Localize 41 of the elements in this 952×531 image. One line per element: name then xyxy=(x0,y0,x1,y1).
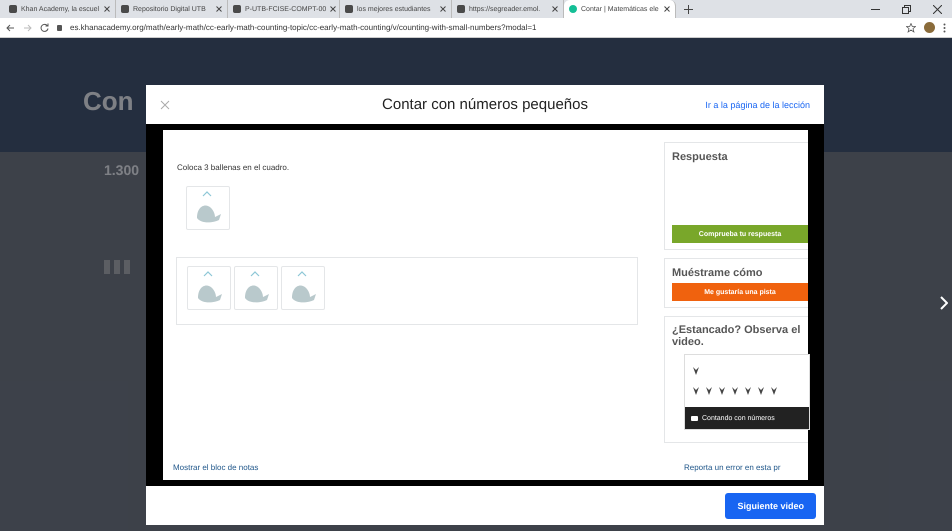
menu-icon[interactable] xyxy=(943,22,946,32)
question-text: Coloca 3 ballenas en el cuadro. xyxy=(177,163,290,172)
placeholder-bar xyxy=(124,260,130,274)
whale-tile[interactable] xyxy=(281,266,325,310)
favicon-icon xyxy=(233,5,241,13)
whale-tile[interactable] xyxy=(186,186,230,230)
whale-tile[interactable] xyxy=(234,266,278,310)
video-camera-icon xyxy=(691,416,698,421)
favicon-icon xyxy=(9,5,17,13)
back-icon[interactable] xyxy=(6,24,15,32)
star-icon[interactable] xyxy=(906,22,916,32)
lock-icon xyxy=(57,24,62,30)
favicon-icon xyxy=(457,5,465,13)
report-error-link[interactable]: Reporta un error en esta pr xyxy=(684,463,808,472)
whale-tile[interactable] xyxy=(187,266,231,310)
close-icon[interactable] xyxy=(104,6,110,12)
restore-icon[interactable] xyxy=(902,4,911,14)
lesson-link[interactable]: Ir a la página de la lección xyxy=(705,100,810,110)
page-title: Con xyxy=(83,86,134,116)
reload-icon[interactable] xyxy=(40,23,49,32)
close-icon[interactable] xyxy=(330,6,336,12)
placeholder-bar xyxy=(104,260,110,274)
close-icon[interactable] xyxy=(552,6,558,12)
close-icon[interactable] xyxy=(216,6,222,12)
placeholder-bar xyxy=(114,260,120,274)
close-icon[interactable] xyxy=(664,6,670,12)
next-video-button[interactable]: Siguiente video xyxy=(725,492,816,518)
answer-heading: Respuesta xyxy=(672,151,729,163)
modal-title: Contar con números pequeños xyxy=(382,96,588,113)
favicon-icon xyxy=(121,5,129,13)
new-tab-icon[interactable] xyxy=(684,4,693,14)
close-icon[interactable] xyxy=(933,4,942,14)
close-icon[interactable] xyxy=(440,6,446,12)
address-field[interactable]: es.khanacademy.org/math/early-math/cc-early-math-counting-topic/cc-early-math-counting/v/counting-with-small-numbers?modal=1 xyxy=(70,23,898,32)
points-count: 1.300 xyxy=(104,162,140,178)
favicon-icon xyxy=(345,5,353,13)
avatar-icon[interactable] xyxy=(924,22,935,33)
hint-heading: Muéstrame cómo xyxy=(672,267,764,279)
scratchpad-link[interactable]: Mostrar el bloc de notas xyxy=(173,463,653,472)
video-heading: ¿Estancado? Observa el video. xyxy=(672,325,802,348)
favicon-icon xyxy=(569,5,577,13)
